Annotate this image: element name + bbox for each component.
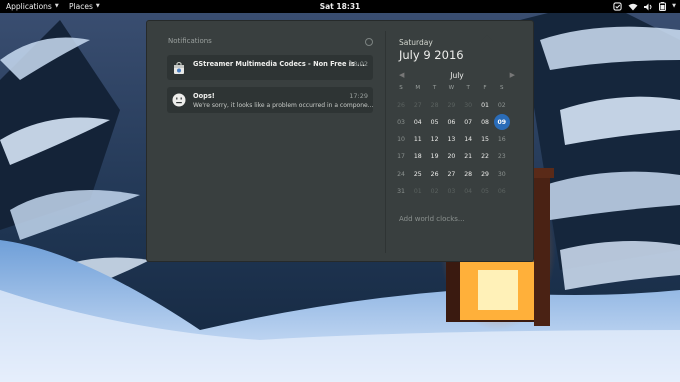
calendar-day[interactable]: 22 <box>477 149 493 165</box>
calendar-day[interactable]: 26 <box>427 166 443 182</box>
software-bag-icon <box>174 62 184 74</box>
full-date-label: July 9 2016 <box>399 48 464 62</box>
calendar-day-today[interactable]: 09 <box>493 114 510 131</box>
volume-icon <box>644 3 652 10</box>
calendar-day[interactable]: 18 <box>410 149 426 165</box>
notification-body: We're sorry, it looks like a problem occ… <box>193 102 374 109</box>
calendar-day[interactable]: 23 <box>494 149 510 165</box>
calendar-day[interactable]: 03 <box>443 183 459 199</box>
calendar-day[interactable]: 11 <box>410 132 426 148</box>
calendar-day[interactable]: 17 <box>393 149 409 165</box>
calendar-day[interactable]: 25 <box>410 166 426 182</box>
calendar-day-header: M <box>415 85 421 91</box>
calendar-day[interactable]: 26 <box>393 97 409 113</box>
calendar-day[interactable]: 06 <box>443 114 459 130</box>
clear-notifications-button[interactable] <box>365 38 373 46</box>
calendar-day[interactable]: 05 <box>477 183 493 199</box>
add-world-clocks-link[interactable]: Add world clocks... <box>399 215 465 223</box>
calendar-day[interactable]: 24 <box>393 166 409 182</box>
calendar-day-header: S <box>399 85 403 91</box>
calendar-day-header: T <box>466 85 470 91</box>
calendar-day[interactable]: 27 <box>443 166 459 182</box>
wifi-icon <box>628 3 638 10</box>
notification-time: 17:29 <box>349 92 368 100</box>
calendar-day[interactable]: 12 <box>427 132 443 148</box>
calendar-day[interactable]: 14 <box>460 132 476 148</box>
calendar-day[interactable]: 16 <box>494 132 510 148</box>
next-month-button[interactable]: ▶ <box>510 71 515 79</box>
calendar-day[interactable]: 01 <box>410 183 426 199</box>
power-icon: ▼ <box>672 3 676 9</box>
night-light-icon <box>613 2 622 11</box>
calendar-day[interactable]: 19 <box>427 149 443 165</box>
calendar-day[interactable]: 29 <box>443 97 459 113</box>
calendar-day[interactable]: 30 <box>460 97 476 113</box>
calendar-day-header: T <box>432 85 437 91</box>
calendar-day[interactable]: 07 <box>460 114 476 130</box>
calendar-day[interactable]: 15 <box>477 132 493 148</box>
calendar-day[interactable]: 27 <box>410 97 426 113</box>
calendar-day[interactable]: 02 <box>494 97 510 113</box>
calendar-day[interactable]: 20 <box>443 149 459 165</box>
calendar-day[interactable]: 30 <box>494 166 510 182</box>
calendar-day[interactable]: 05 <box>427 114 443 130</box>
calendar-day-header: S <box>500 85 504 91</box>
top-bar: Applications ▼ Places ▼ Sat 18:31 ▼ <box>0 0 680 13</box>
notification-item[interactable]: GStreamer Multimedia Codecs - Non Free i… <box>167 55 373 80</box>
notification-time: 18:02 <box>349 60 368 68</box>
calendar-day-header: W <box>448 85 455 91</box>
sad-face-icon <box>172 93 186 107</box>
notifications-header: Notifications <box>168 37 212 45</box>
calendar-day-header: F <box>483 85 487 91</box>
battery-icon <box>659 2 667 11</box>
month-label: July <box>450 71 464 80</box>
calendar-day[interactable]: 08 <box>477 114 493 130</box>
notification-title: Oops! <box>193 92 215 100</box>
calendar-day[interactable]: 29 <box>477 166 493 182</box>
system-tray[interactable]: ▼ <box>613 0 676 13</box>
calendar-day[interactable]: 10 <box>393 132 409 148</box>
calendar-day[interactable]: 02 <box>427 183 443 199</box>
clock-button[interactable]: Sat 18:31 <box>0 0 680 13</box>
calendar-day[interactable]: 28 <box>427 97 443 113</box>
date-notification-popover: Notifications GStreamer Multimedia Codec… <box>146 20 534 262</box>
calendar-day[interactable]: 31 <box>393 183 409 199</box>
popover-arrow <box>481 35 493 41</box>
calendar-day[interactable]: 13 <box>443 132 459 148</box>
calendar-day[interactable]: 21 <box>460 149 476 165</box>
calendar-day[interactable]: 28 <box>460 166 476 182</box>
notification-item[interactable]: Oops! 17:29 We're sorry, it looks like a… <box>167 87 373 113</box>
calendar-day[interactable]: 06 <box>494 183 510 199</box>
weekday-label: Saturday <box>399 38 433 47</box>
calendar-day[interactable]: 01 <box>477 97 493 113</box>
calendar-day[interactable]: 03 <box>393 114 409 130</box>
notification-title: GStreamer Multimedia Codecs - Non Free i… <box>193 60 365 68</box>
popover-divider <box>385 31 386 253</box>
calendar-day[interactable]: 04 <box>410 114 426 130</box>
calendar-day[interactable]: 04 <box>460 183 476 199</box>
